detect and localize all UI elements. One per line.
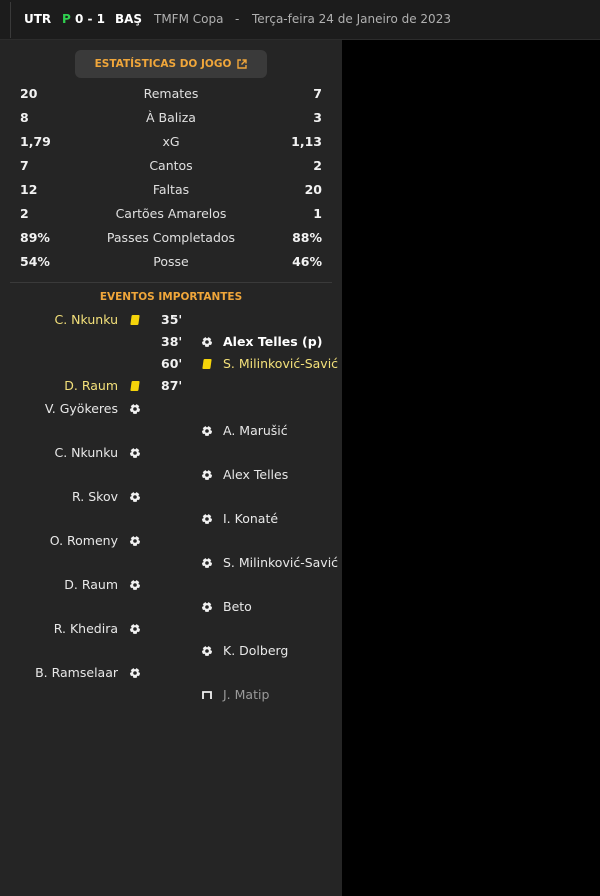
stat-home-value: 89%: [20, 230, 50, 245]
header-divider: [10, 2, 11, 38]
stat-label: À Baliza: [146, 110, 196, 125]
stat-row: À Baliza 8 3: [20, 108, 322, 128]
shootout-player[interactable]: K. Dolberg: [223, 643, 288, 659]
event-minute: 87': [161, 378, 183, 393]
stat-row: Remates 20 7: [20, 84, 322, 104]
stat-row: Posse 54% 46%: [20, 252, 322, 272]
match-panel: ESTATÍSTICAS DO JOGO Remates 20 7 À Baliza 8…: [0, 40, 342, 896]
ball-icon: [129, 667, 141, 678]
shootout-player[interactable]: A. Marušić: [223, 423, 288, 439]
match-date: Terça-feira 24 de Janeiro de 2023: [252, 12, 451, 26]
stat-label: Cantos: [149, 158, 193, 173]
yellow-card-icon: [130, 381, 140, 391]
stat-label: xG: [162, 134, 180, 149]
events-title: EVENTOS IMPORTANTES: [99, 291, 243, 303]
stat-home-value: 54%: [20, 254, 50, 269]
stat-row: Faltas 12 20: [20, 180, 322, 200]
event-minute: 38': [161, 334, 183, 349]
ball-icon: [129, 535, 141, 546]
stat-away-value: 1: [313, 206, 322, 221]
match-stats-button[interactable]: ESTATÍSTICAS DO JOGO: [75, 50, 267, 78]
stat-row: Passes Completados 89% 88%: [20, 228, 322, 248]
home-team-code[interactable]: UTR: [24, 11, 51, 27]
stat-away-value: 46%: [292, 254, 322, 269]
stat-away-value: 1,13: [291, 134, 322, 149]
event-player[interactable]: S. Milinković-Savić: [223, 356, 338, 372]
stat-label: Posse: [153, 254, 189, 269]
stat-row: Cartões Amarelos 2 1: [20, 204, 322, 224]
stat-home-value: 2: [20, 206, 29, 221]
ball-icon: [201, 513, 213, 524]
event-player[interactable]: D. Raum: [64, 378, 118, 394]
ball-icon: [201, 425, 213, 436]
shootout-player[interactable]: R. Khedira: [54, 621, 118, 637]
shootout-player[interactable]: V. Gyökeres: [45, 401, 118, 417]
penalty-marker: P: [62, 12, 71, 26]
ball-icon: [201, 601, 213, 612]
shootout-player[interactable]: D. Raum: [64, 577, 118, 593]
event-player[interactable]: C. Nkunku: [54, 312, 118, 328]
match-stats-button-label: ESTATÍSTICAS DO JOGO: [94, 58, 232, 70]
stat-away-value: 7: [313, 86, 322, 101]
stat-home-value: 1,79: [20, 134, 51, 149]
stat-label: Remates: [143, 86, 199, 101]
competition-name[interactable]: TMFM Copa: [154, 11, 223, 27]
ball-icon: [129, 491, 141, 502]
stat-home-value: 12: [20, 182, 38, 197]
shootout-player[interactable]: Beto: [223, 599, 252, 615]
shootout-player[interactable]: J. Matip: [223, 687, 269, 703]
stat-away-value: 2: [313, 158, 322, 173]
stat-label: Cartões Amarelos: [115, 206, 227, 221]
shootout-player[interactable]: C. Nkunku: [54, 445, 118, 461]
match-score: 0 - 1: [75, 12, 106, 26]
stat-home-value: 7: [20, 158, 29, 173]
stat-home-value: 8: [20, 110, 29, 125]
header-separator: -: [235, 12, 240, 26]
stat-away-value: 20: [304, 182, 322, 197]
shootout-player[interactable]: I. Konaté: [223, 511, 278, 527]
shootout-player[interactable]: S. Milinković-Savić: [223, 555, 338, 571]
shootout-player[interactable]: B. Ramselaar: [35, 665, 118, 681]
stat-away-value: 88%: [292, 230, 322, 245]
yellow-card-icon: [202, 359, 212, 369]
external-link-icon: [237, 59, 248, 69]
yellow-card-icon: [130, 315, 140, 325]
stat-label: Faltas: [152, 182, 190, 197]
section-divider: [10, 282, 332, 283]
shootout-player[interactable]: Alex Telles: [223, 467, 288, 483]
ball-icon: [201, 336, 213, 347]
ball-icon: [201, 645, 213, 656]
ball-icon: [201, 469, 213, 480]
ball-icon: [129, 403, 141, 414]
event-minute: 35': [161, 312, 183, 327]
match-header: UTR P 0 - 1 BAŞ TMFM Copa - Terça-feira …: [0, 0, 600, 40]
stat-row: Cantos 7 2: [20, 156, 322, 176]
shootout-player[interactable]: R. Skov: [72, 489, 118, 505]
stat-row: xG 1,79 1,13: [20, 132, 322, 152]
event-minute: 60': [161, 356, 183, 371]
empty-area: [342, 40, 600, 896]
event-player[interactable]: Alex Telles (p): [223, 334, 322, 350]
away-team-code[interactable]: BAŞ: [115, 11, 142, 27]
ball-icon: [201, 557, 213, 568]
ball-icon: [129, 623, 141, 634]
stat-label: Passes Completados: [106, 230, 236, 245]
ball-icon: [129, 447, 141, 458]
shootout-player[interactable]: O. Romeny: [50, 533, 118, 549]
stat-home-value: 20: [20, 86, 38, 101]
ball-icon: [129, 579, 141, 590]
missed-goal-icon: [202, 691, 212, 699]
stat-away-value: 3: [313, 110, 322, 125]
